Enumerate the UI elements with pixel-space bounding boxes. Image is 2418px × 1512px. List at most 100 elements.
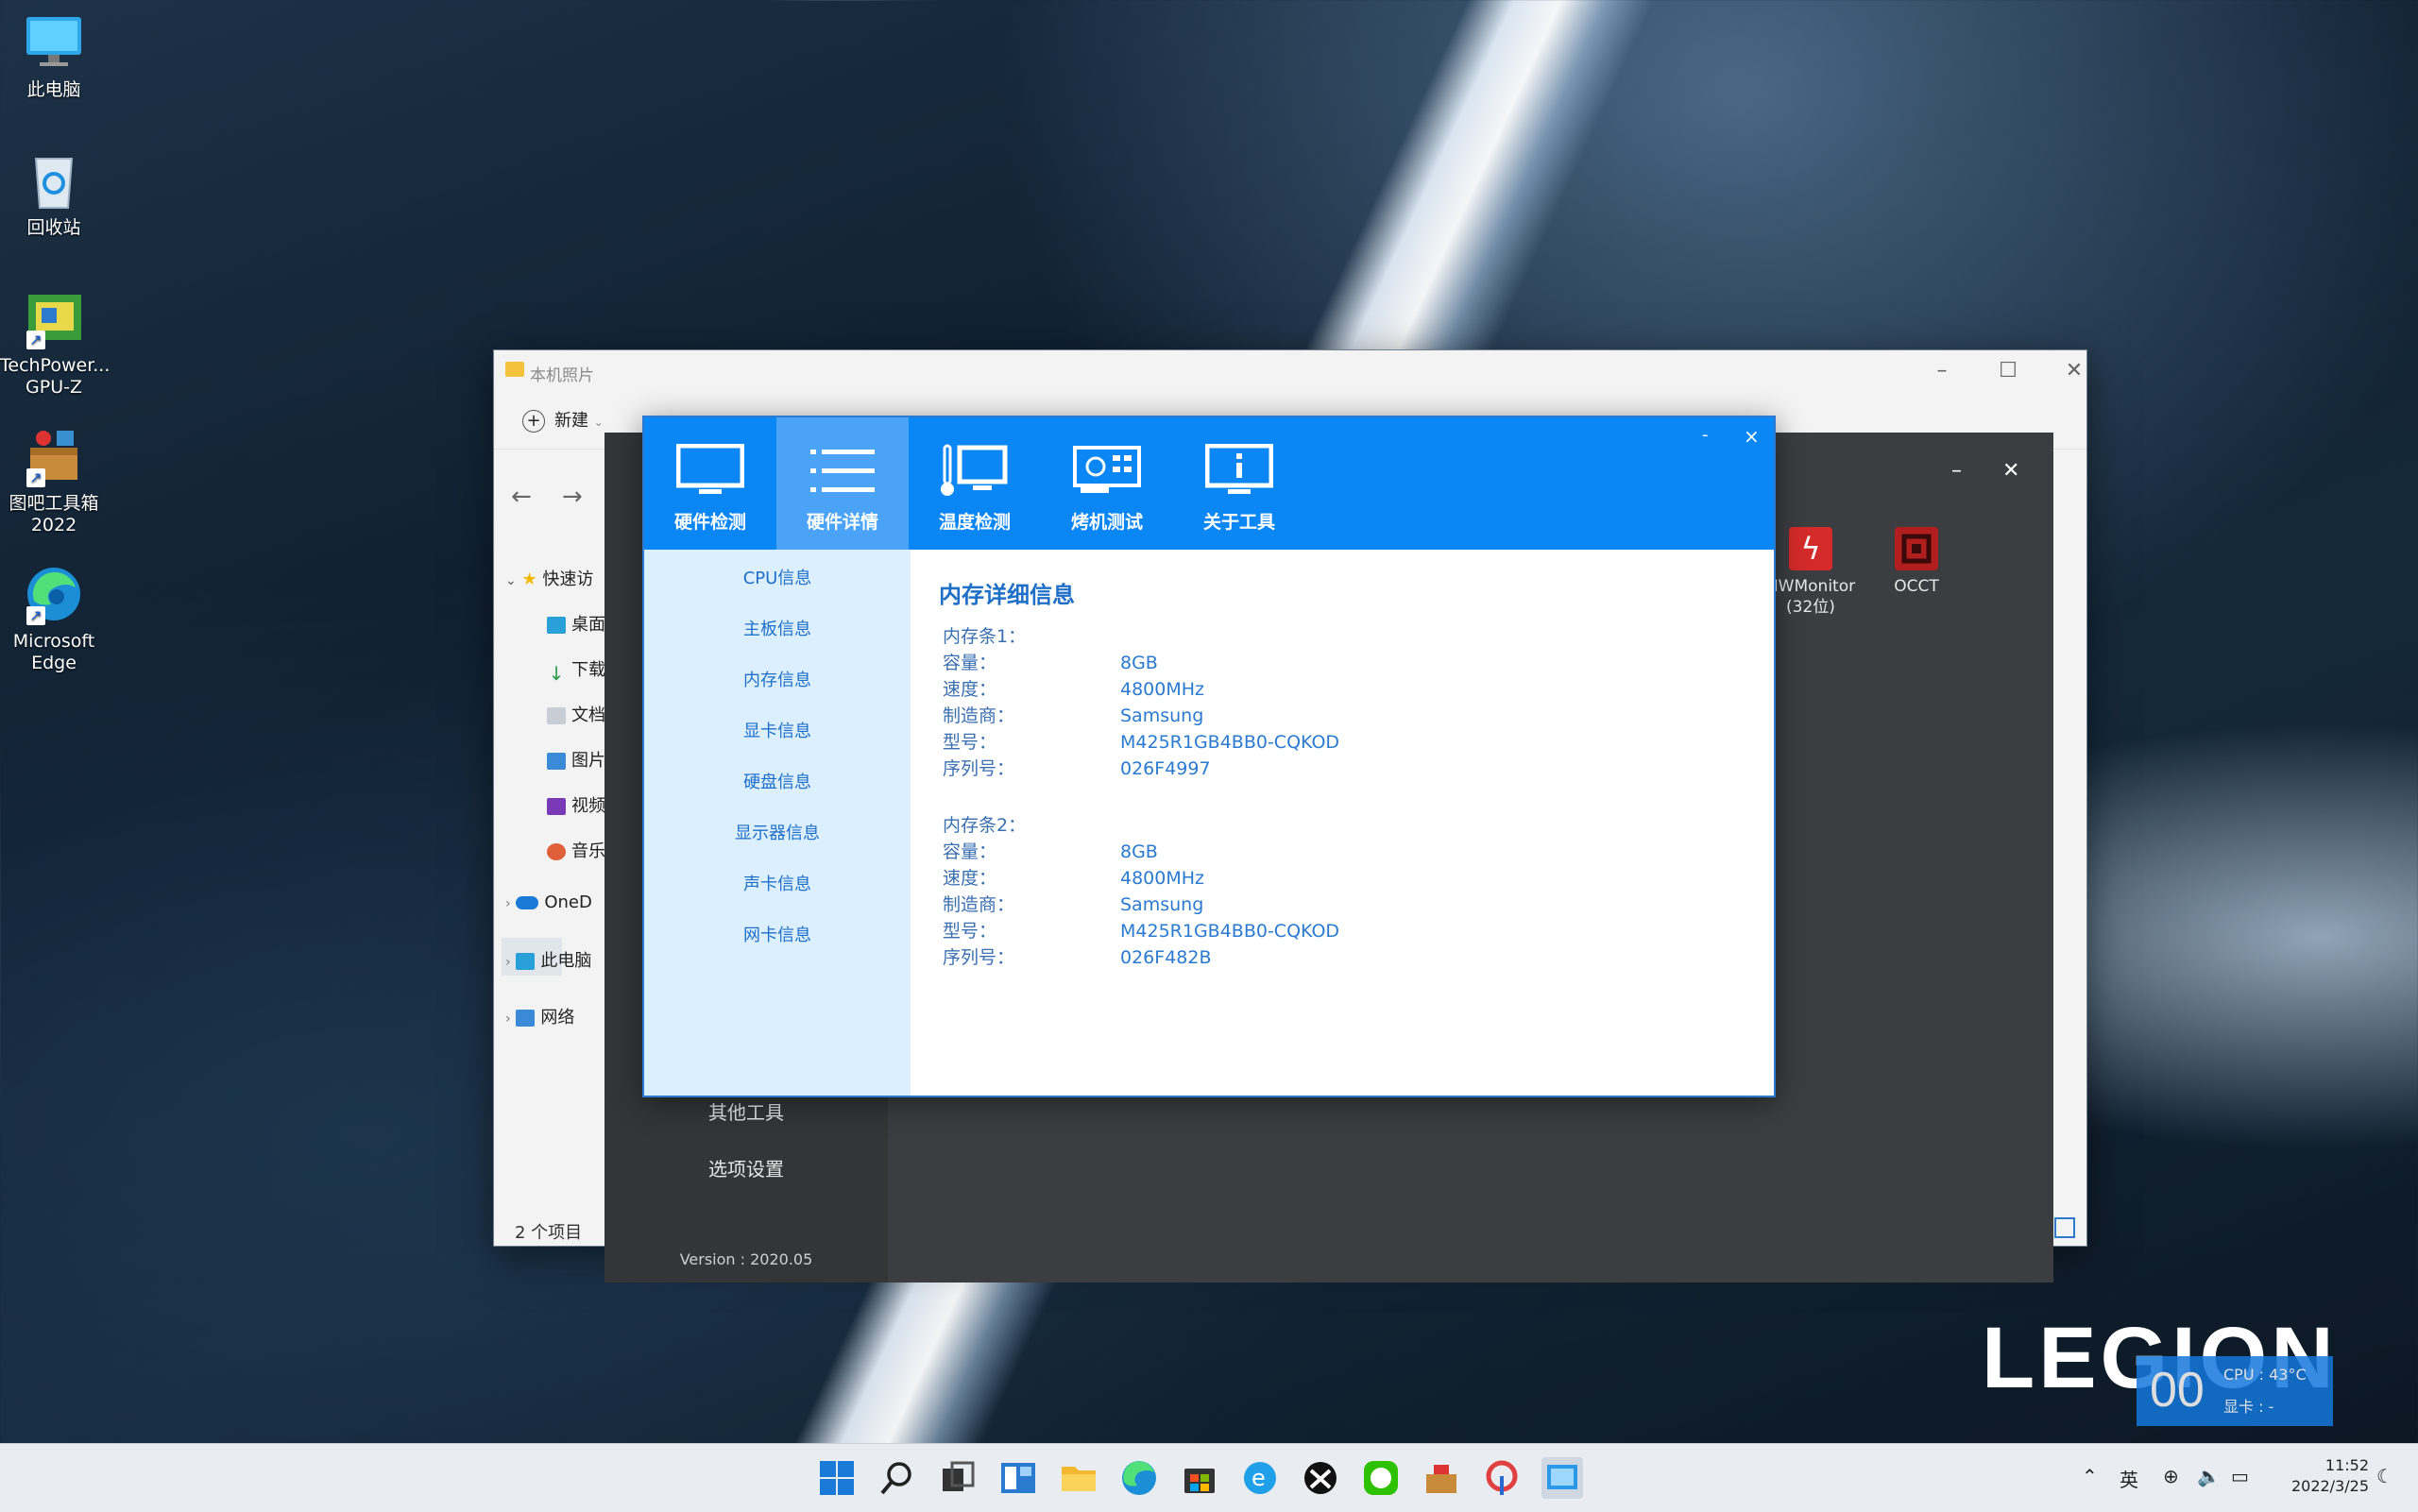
edge-icon: ↗ — [23, 563, 85, 625]
gpuz-icon: ↗ — [23, 287, 85, 349]
field-key: 速度： — [943, 868, 997, 889]
desktop-icon-edge[interactable]: ↗ Microsoft Edge — [0, 552, 108, 674]
fps-value: 00 — [2150, 1363, 2205, 1418]
desktop-icon-toolbox[interactable]: ↗ 图吧工具箱 2022 — [0, 414, 108, 536]
forward-arrow-icon[interactable]: → — [562, 483, 583, 511]
computer-icon — [23, 11, 85, 74]
field-key: 型号： — [943, 732, 997, 753]
app-icon[interactable] — [1541, 1457, 1583, 1499]
nav-music[interactable]: 音乐 — [547, 838, 605, 862]
network-globe-icon[interactable]: ⊕ — [2163, 1465, 2179, 1487]
toolbox-close-button[interactable]: ✕ — [2002, 459, 2019, 483]
new-button[interactable]: + 新建 ⌄ — [522, 407, 604, 433]
side-item-audio[interactable]: 声卡信息 — [644, 871, 911, 895]
network-icon — [516, 1010, 536, 1027]
explorer-title: 本机照片 — [530, 366, 594, 385]
hardware-info-window[interactable]: 硬件检测 硬件详情 温度检测 烤机测试 关于工具 - × CPU信息 主板信息 … — [642, 416, 1776, 1097]
gpu-temp: 显卡 : - — [2223, 1398, 2274, 1416]
notification-icon[interactable]: ☾ — [2376, 1465, 2393, 1487]
computer-icon — [516, 953, 536, 970]
tab-hardware-details[interactable]: 硬件详情 — [776, 417, 909, 550]
nav-videos[interactable]: 视频 — [547, 792, 605, 817]
side-item-motherboard[interactable]: 主板信息 — [644, 616, 911, 640]
side-item-gpu[interactable]: 显卡信息 — [644, 718, 911, 742]
content-title: 内存详细信息 — [939, 582, 1075, 608]
task-view-icon[interactable] — [937, 1457, 979, 1499]
document-icon — [547, 707, 566, 724]
tab-temperature[interactable]: 温度检测 — [909, 417, 1041, 550]
recycle-bin-icon — [23, 149, 85, 212]
app-minimize-button[interactable]: - — [1702, 425, 1709, 445]
pinwheel-icon[interactable] — [1481, 1457, 1523, 1499]
side-item-cpu[interactable]: CPU信息 — [644, 565, 911, 589]
side-item-memory[interactable]: 内存信息 — [644, 667, 911, 691]
file-explorer-icon[interactable] — [1058, 1457, 1099, 1499]
close-button[interactable]: ✕ — [2051, 356, 2098, 386]
view-toggle-icon[interactable] — [2054, 1217, 2075, 1238]
desktop-icon-this-pc[interactable]: 此电脑 — [0, 0, 108, 101]
nav-quick-access[interactable]: ⌄ ★ 快速访 — [505, 566, 593, 590]
field-value: M425R1GB4BB0-CQKOD — [1120, 732, 1340, 753]
detail-sidebar: CPU信息 主板信息 内存信息 显卡信息 硬盘信息 显示器信息 声卡信息 网卡信… — [644, 550, 911, 1096]
ie-icon[interactable]: e — [1239, 1457, 1281, 1499]
ime-indicator[interactable]: 英 — [2120, 1465, 2138, 1492]
field-key: 速度： — [943, 679, 997, 700]
nav-network[interactable]: › 网络 — [505, 1004, 574, 1028]
app-occt[interactable]: OCCT — [1865, 527, 1968, 597]
star-icon: ★ — [521, 569, 537, 589]
minimize-button[interactable]: – — [1918, 356, 1966, 386]
nav-desktop[interactable]: 桌面 — [547, 611, 605, 636]
volume-icon[interactable]: 🔈 — [2197, 1465, 2221, 1487]
desktop-icon-label-line1: TechPower... — [0, 355, 111, 376]
tab-stress-test[interactable]: 烤机测试 — [1041, 417, 1173, 550]
desktop-icon-label-line2: GPU-Z — [26, 377, 82, 398]
explorer-title-bar[interactable]: 本机照片 – ☐ ✕ — [494, 350, 2086, 392]
chevron-up-icon[interactable]: ⌃ — [2082, 1465, 2098, 1487]
desktop-icon-label-line1: Microsoft — [12, 631, 95, 652]
side-item-display[interactable]: 显示器信息 — [644, 820, 911, 844]
tab-about[interactable]: 关于工具 — [1173, 417, 1305, 550]
memory-detail-panel: 内存详细信息 内存条1： 容量： 8GB 速度： 4800MHz 制造商： Sa… — [911, 550, 1774, 1096]
chevron-right-icon: › — [505, 896, 511, 911]
field-key: 型号： — [943, 921, 997, 942]
nav-pictures[interactable]: 图片 — [547, 747, 605, 772]
side-item-network[interactable]: 网卡信息 — [644, 922, 911, 946]
video-icon — [547, 798, 566, 815]
settings-item[interactable]: 选项设置 — [604, 1154, 888, 1181]
desktop-folder-icon — [547, 617, 566, 634]
search-icon[interactable] — [877, 1457, 918, 1499]
nav-onedrive[interactable]: › OneD — [505, 892, 592, 912]
store-icon[interactable] — [1179, 1457, 1220, 1499]
occt-icon — [1895, 527, 1938, 570]
music-icon — [547, 843, 566, 860]
field-value: 8GB — [1120, 841, 1158, 862]
toolbox-minimize-button[interactable]: – — [1951, 459, 1962, 483]
desktop-icon-recycle-bin[interactable]: 回收站 — [0, 138, 108, 239]
field-key: 容量： — [943, 653, 997, 673]
cpu-temp: CPU : 43°C — [2223, 1366, 2307, 1384]
tab-hardware-detect[interactable]: 硬件检测 — [644, 417, 776, 550]
new-button-label: 新建 — [554, 411, 588, 431]
side-item-disk[interactable]: 硬盘信息 — [644, 769, 911, 793]
back-arrow-icon[interactable]: ← — [511, 483, 532, 511]
widgets-icon[interactable] — [997, 1457, 1039, 1499]
other-tools-item[interactable]: 其他工具 — [604, 1097, 888, 1125]
thermometer-icon — [941, 444, 1008, 496]
edge-icon[interactable] — [1118, 1457, 1160, 1499]
toolbox-icon[interactable] — [1421, 1457, 1462, 1499]
app-label-line1: OCCT — [1894, 577, 1939, 596]
nav-this-pc[interactable]: › 此电脑 — [505, 947, 591, 972]
performance-overlay: 00 CPU : 43°C 显卡 : - — [2137, 1356, 2333, 1426]
hwmonitor-icon: ϟ — [1789, 527, 1832, 570]
system-clock[interactable]: 11:52 2022/3/25 — [2265, 1455, 2369, 1497]
nav-downloads[interactable]: ↓ 下载 — [547, 656, 605, 685]
desktop-icon-gpuz[interactable]: ↗ TechPower... GPU-Z — [0, 276, 111, 399]
app-close-button[interactable]: × — [1744, 425, 1760, 448]
battery-icon[interactable]: ▭ — [2231, 1465, 2249, 1487]
wechat-icon[interactable] — [1360, 1457, 1402, 1499]
maximize-button[interactable]: ☐ — [1984, 356, 2032, 386]
nav-documents[interactable]: 文档 — [547, 702, 605, 726]
start-icon[interactable] — [816, 1457, 858, 1499]
xbox-icon[interactable] — [1300, 1457, 1341, 1499]
field-key: 制造商： — [943, 705, 1015, 726]
